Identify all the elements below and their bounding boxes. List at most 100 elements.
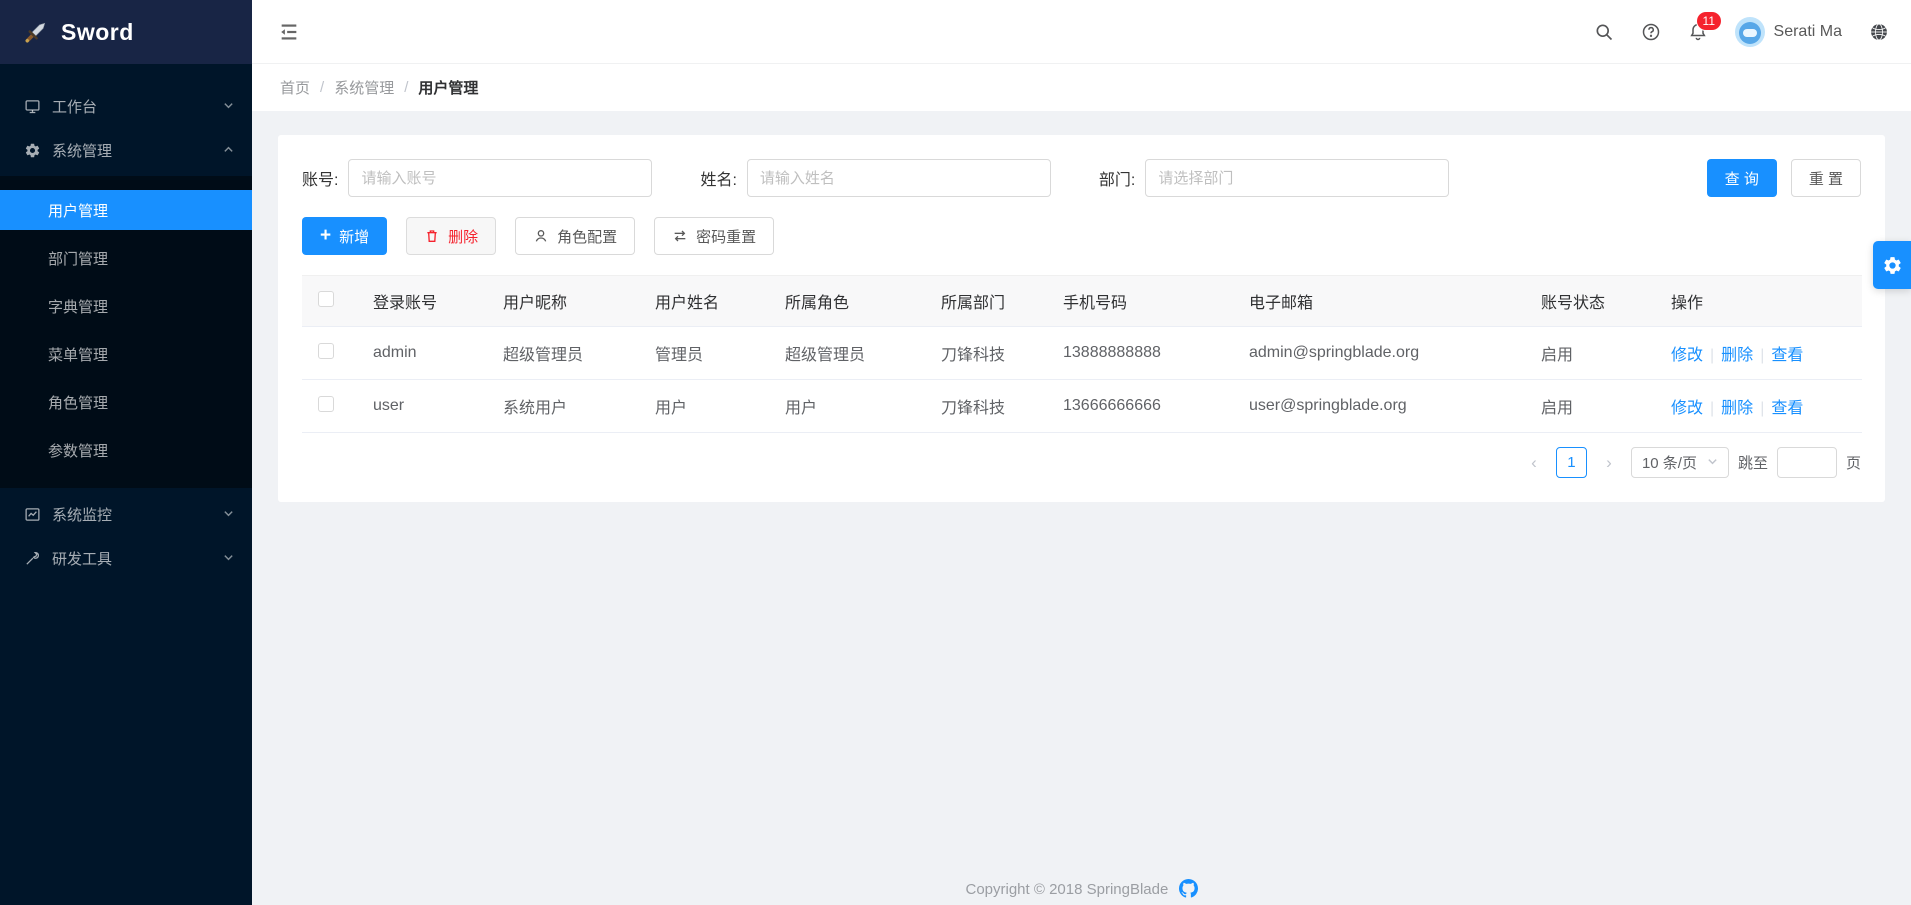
- sidebar-item-user-management[interactable]: 用户管理: [0, 190, 252, 230]
- notifications-button[interactable]: 11: [1688, 22, 1708, 42]
- reset-button[interactable]: 重 置: [1791, 159, 1861, 197]
- globe-icon[interactable]: [1869, 22, 1889, 42]
- tool-icon: [24, 550, 41, 567]
- col-phone: 手机号码: [1047, 276, 1233, 327]
- desktop-icon: [24, 98, 41, 115]
- topbar: 11 Serati Ma: [252, 0, 1911, 64]
- edit-link[interactable]: 修改: [1671, 347, 1703, 364]
- sidebar-item-system-management[interactable]: 系统管理: [0, 130, 252, 170]
- row-checkbox[interactable]: [318, 396, 334, 412]
- avatar: [1735, 17, 1765, 47]
- submenu-item-label: 菜单管理: [48, 344, 108, 365]
- cell-name: 管理员: [639, 327, 769, 380]
- name-input[interactable]: [747, 159, 1051, 197]
- delete-button[interactable]: 删除: [406, 217, 496, 255]
- prev-page-button[interactable]: ‹: [1521, 448, 1547, 478]
- user-icon: [533, 228, 549, 244]
- cell-status: 启用: [1525, 327, 1655, 380]
- delete-button-label: 删除: [448, 226, 478, 247]
- view-link[interactable]: 查看: [1771, 400, 1803, 417]
- search-icon[interactable]: [1594, 22, 1614, 42]
- cell-dept: 刀锋科技: [925, 327, 1047, 380]
- help-icon[interactable]: [1641, 22, 1661, 42]
- table-header-row: 登录账号 用户昵称 用户姓名 所属角色 所属部门 手机号码 电子邮箱 账号状态 …: [302, 276, 1862, 327]
- menu-fold-icon[interactable]: [278, 21, 300, 43]
- sidebar-item-param-management[interactable]: 参数管理: [0, 430, 252, 470]
- action-divider: |: [1760, 347, 1764, 364]
- filter-account: 账号:: [302, 159, 652, 197]
- edit-link[interactable]: 修改: [1671, 400, 1703, 417]
- delete-link[interactable]: 删除: [1721, 347, 1753, 364]
- sidebar-item-dev-tools[interactable]: 研发工具: [0, 538, 252, 578]
- page-size-select[interactable]: 10 条/页: [1631, 447, 1729, 478]
- sidebar-item-label: 工作台: [52, 96, 97, 117]
- add-button-label: 新增: [339, 226, 369, 247]
- cell-role: 超级管理员: [769, 327, 925, 380]
- col-dept: 所属部门: [925, 276, 1047, 327]
- name-label: 姓名:: [700, 166, 736, 190]
- delete-link[interactable]: 删除: [1721, 400, 1753, 417]
- breadcrumb-home[interactable]: 首页: [280, 77, 310, 98]
- user-menu[interactable]: Serati Ma: [1735, 17, 1842, 47]
- topbar-actions: 11 Serati Ma: [1594, 17, 1889, 47]
- breadcrumb-separator: /: [404, 79, 408, 96]
- gear-icon: [24, 142, 41, 159]
- role-config-button[interactable]: 角色配置: [515, 217, 635, 255]
- cell-nickname: 系统用户: [487, 380, 639, 433]
- select-all-checkbox[interactable]: [318, 291, 334, 307]
- jump-page-input[interactable]: [1777, 447, 1837, 478]
- cell-nickname: 超级管理员: [487, 327, 639, 380]
- action-divider: |: [1710, 400, 1714, 417]
- sidebar-item-system-monitor[interactable]: 系统监控: [0, 494, 252, 534]
- monitor-chart-icon: [24, 506, 41, 523]
- next-page-button[interactable]: ›: [1596, 448, 1622, 478]
- breadcrumb-system[interactable]: 系统管理: [334, 77, 394, 98]
- role-config-label: 角色配置: [557, 226, 617, 247]
- password-reset-label: 密码重置: [696, 226, 756, 247]
- sword-logo-icon: [22, 19, 49, 46]
- submenu-item-label: 用户管理: [48, 200, 108, 221]
- breadcrumb-current: 用户管理: [418, 77, 478, 98]
- sidebar-item-role-management[interactable]: 角色管理: [0, 382, 252, 422]
- row-checkbox[interactable]: [318, 343, 334, 359]
- pagination: ‹ 1 › 10 条/页 跳至 页: [302, 447, 1861, 478]
- username: Serati Ma: [1774, 23, 1842, 41]
- submenu-item-label: 角色管理: [48, 392, 108, 413]
- dept-select[interactable]: [1145, 159, 1449, 197]
- col-actions: 操作: [1655, 276, 1862, 327]
- col-name: 用户姓名: [639, 276, 769, 327]
- action-divider: |: [1710, 347, 1714, 364]
- cell-phone: 13888888888: [1047, 327, 1233, 380]
- view-link[interactable]: 查看: [1771, 347, 1803, 364]
- sidebar-item-dept-management[interactable]: 部门管理: [0, 238, 252, 278]
- search-button[interactable]: 查 询: [1707, 159, 1777, 197]
- add-button[interactable]: + 新增: [302, 217, 387, 255]
- jump-label: 跳至: [1738, 452, 1768, 473]
- submenu-item-label: 部门管理: [48, 248, 108, 269]
- chevron-up-icon: [223, 142, 234, 159]
- action-divider: |: [1760, 400, 1764, 417]
- col-status: 账号状态: [1525, 276, 1655, 327]
- dept-label: 部门:: [1099, 166, 1135, 190]
- password-reset-button[interactable]: 密码重置: [654, 217, 774, 255]
- cell-login: user: [357, 380, 487, 433]
- logo-title: Sword: [61, 19, 134, 46]
- toolbar: + 新增 删除 角色配置: [302, 217, 1861, 255]
- github-icon[interactable]: [1179, 879, 1198, 898]
- app-root: Sword 工作台 系统管理: [0, 0, 1911, 905]
- page-size-value: 10 条/页: [1642, 452, 1697, 473]
- table-row: user 系统用户 用户 用户 刀锋科技 13666666666 user@sp…: [302, 380, 1862, 433]
- sidebar-item-dict-management[interactable]: 字典管理: [0, 286, 252, 326]
- col-nickname: 用户昵称: [487, 276, 639, 327]
- sidebar-item-workbench[interactable]: 工作台: [0, 86, 252, 126]
- account-input[interactable]: [348, 159, 652, 197]
- page-number[interactable]: 1: [1556, 447, 1587, 478]
- settings-fab-button[interactable]: [1873, 241, 1911, 289]
- cell-email: user@springblade.org: [1233, 380, 1525, 433]
- cell-actions: 修改 | 删除 | 查看: [1655, 327, 1862, 380]
- sidebar-item-menu-management[interactable]: 菜单管理: [0, 334, 252, 374]
- cell-phone: 13666666666: [1047, 380, 1233, 433]
- logo[interactable]: Sword: [0, 0, 252, 64]
- page-label: 页: [1846, 452, 1861, 473]
- filter-dept: 部门:: [1099, 159, 1449, 197]
